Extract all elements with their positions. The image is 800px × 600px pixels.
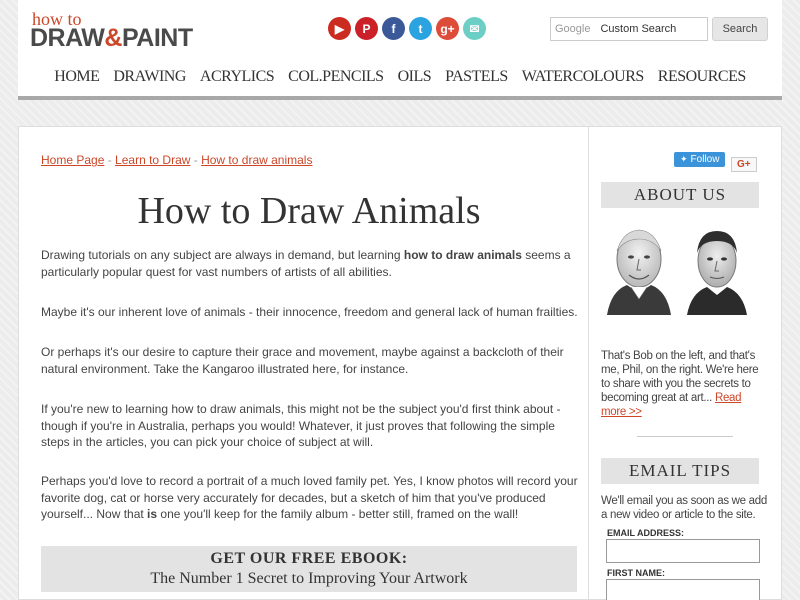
nav-drawing[interactable]: DRAWING [113, 68, 186, 85]
main-nav: HOME DRAWING ACRYLICS COL.PENCILS OILS P… [18, 68, 782, 86]
googleplus-button[interactable]: G+ [731, 157, 757, 172]
portrait-phil [681, 221, 753, 315]
ebook-subheading: The Number 1 Secret to Improving Your Ar… [150, 570, 468, 587]
logo-draw-paint: DRAW&PAINT [30, 24, 193, 52]
nav-pastels[interactable]: PASTELS [445, 68, 508, 85]
googleplus-icon[interactable]: g+ [436, 17, 459, 40]
email-tips-heading: EMAIL TIPS [601, 458, 759, 484]
email-address-label: EMAIL ADDRESS: [607, 528, 685, 538]
search-button[interactable]: Search [712, 17, 768, 41]
email-address-input[interactable] [606, 539, 760, 563]
first-name-input[interactable] [606, 579, 760, 600]
portrait-bob [603, 221, 675, 315]
nav-watercolours[interactable]: WATERCOLOURS [522, 68, 645, 85]
nav-acrylics[interactable]: ACRYLICS [200, 68, 275, 85]
ebook-banner[interactable]: GET OUR FREE EBOOK: The Number 1 Secret … [41, 546, 577, 592]
nav-home[interactable]: HOME [54, 68, 100, 85]
founders-photos [603, 221, 753, 315]
email-tips-text: We'll email you as soon as we add a new … [601, 495, 767, 521]
breadcrumb-current[interactable]: How to draw animals [201, 153, 312, 167]
nav-oils[interactable]: OILS [398, 68, 432, 85]
about-us-text: That's Bob on the left, and that's me, P… [601, 350, 759, 418]
paragraph-3: Or perhaps it's our desire to capture th… [41, 345, 564, 376]
search-placeholder: Custom Search [600, 23, 677, 35]
youtube-icon[interactable]: ▶ [328, 17, 351, 40]
breadcrumb-learn-to-draw[interactable]: Learn to Draw [115, 153, 190, 167]
pinterest-icon[interactable]: P [355, 17, 378, 40]
search-input[interactable]: Google Custom Search [550, 17, 708, 41]
paragraph-5: Perhaps you'd love to record a portrait … [41, 474, 578, 521]
google-label: Google [555, 23, 591, 35]
twitter-icon[interactable]: t [409, 17, 432, 40]
paragraph-2: Maybe it's our inherent love of animals … [41, 305, 578, 319]
paragraph-4: If you're new to learning how to draw an… [41, 402, 561, 449]
page-title: How to Draw Animals [137, 190, 481, 232]
twitter-follow-button[interactable]: ✦ Follow [674, 152, 726, 167]
site-header: how to DRAW&PAINT ▶ Pf t g+ ✉ Google Custom … [18, 0, 782, 100]
nav-divider [18, 96, 782, 100]
main-content: Home Page - Learn to Draw - How to draw … [18, 126, 588, 600]
about-us-heading: ABOUT US [601, 182, 759, 208]
facebook-icon[interactable]: f [382, 17, 405, 40]
nav-col-pencils[interactable]: COL.PENCILS [288, 68, 384, 85]
social-icons: ▶ Pf t g+ ✉ [328, 17, 486, 40]
sidebar: ✦ Follow G+ ABOUT US That's Bob on the l… [588, 126, 782, 600]
twitter-bird-icon: ✦ [680, 154, 688, 164]
breadcrumb-home[interactable]: Home Page [41, 153, 104, 167]
ebook-heading: GET OUR FREE EBOOK: [210, 550, 408, 567]
breadcrumb: Home Page - Learn to Draw - How to draw … [41, 153, 313, 167]
first-name-label: FIRST NAME: [607, 568, 665, 578]
nav-resources[interactable]: RESOURCES [658, 68, 746, 85]
email-icon[interactable]: ✉ [463, 17, 486, 40]
site-logo[interactable]: how to DRAW&PAINT [30, 10, 193, 51]
sidebar-divider [637, 436, 733, 437]
paragraph-1: Drawing tutorials on any subject are alw… [41, 248, 571, 279]
